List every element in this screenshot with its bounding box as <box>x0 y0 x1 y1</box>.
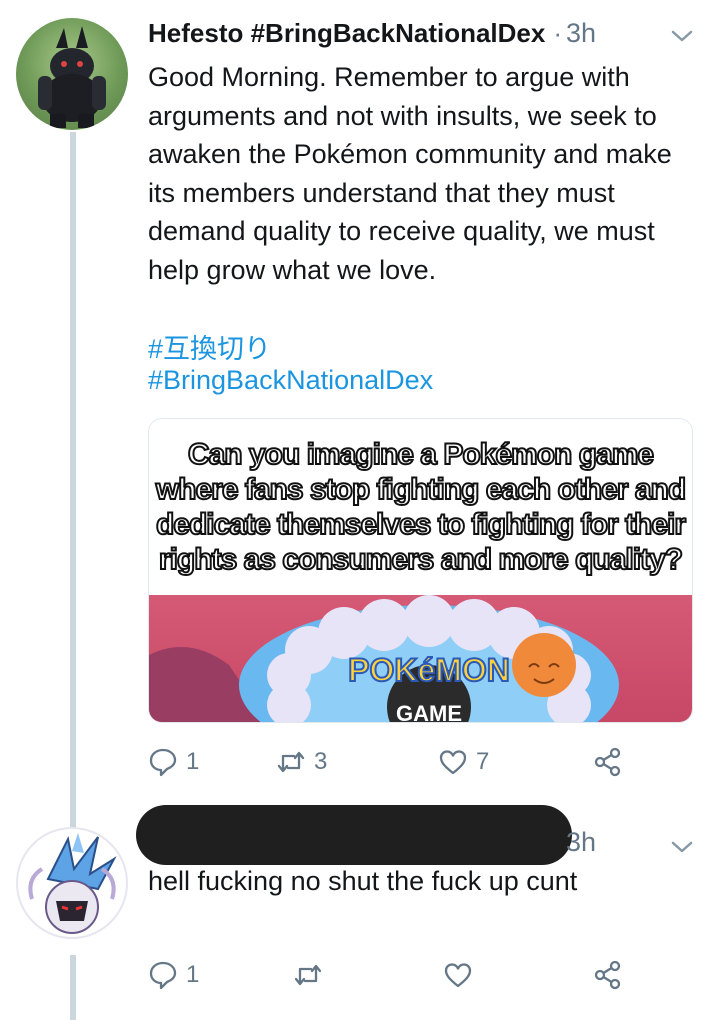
retweet-button[interactable]: 3 <box>276 742 327 782</box>
pokemon-game-image: POKéMON GAME <box>149 595 692 723</box>
retweet-count: 3 <box>314 748 328 775</box>
reply-count: 1 <box>186 961 200 988</box>
media-attachment[interactable]: Can you imagine a Pokémon game where fan… <box>148 418 693 723</box>
timestamp[interactable]: 3h <box>566 18 596 49</box>
tweet-header: Hefesto #BringBackNationalDex · 3h <box>148 18 596 52</box>
chevron-down-icon[interactable] <box>670 837 694 857</box>
avatar[interactable] <box>16 18 128 130</box>
heart-icon <box>439 750 467 775</box>
tweet-text: Good Morning. Remember to argue with arg… <box>148 62 672 285</box>
tweet-actions: 1 <box>148 955 693 995</box>
retweet-button[interactable] <box>293 955 323 995</box>
share-icon <box>594 747 621 777</box>
display-name[interactable]: Hefesto #BringBackNationalDex <box>148 18 545 49</box>
meme-caption-panel: Can you imagine a Pokémon game where fan… <box>149 419 692 595</box>
share-icon <box>594 960 621 990</box>
reply-button[interactable]: 1 <box>148 742 199 782</box>
like-count: 7 <box>476 748 490 775</box>
redaction-block <box>136 805 572 865</box>
share-button[interactable] <box>593 955 623 995</box>
tweet-actions: 1 3 7 <box>148 742 693 782</box>
logo-text: POKéMON <box>348 652 510 688</box>
avatar[interactable] <box>16 827 128 939</box>
like-button[interactable] <box>443 955 473 995</box>
tweet-text: hell fucking no shut the fuck up cunt <box>148 866 578 896</box>
logo-sub-text: GAME <box>396 701 462 723</box>
reply-icon <box>149 961 177 990</box>
tweet-header: 3h <box>566 827 596 861</box>
reply-icon <box>149 748 177 777</box>
share-button[interactable] <box>593 742 623 782</box>
reply-button[interactable]: 1 <box>148 955 199 995</box>
separator-dot: · <box>553 18 563 48</box>
chevron-down-icon[interactable] <box>670 26 694 46</box>
avatar-creature-icon <box>28 833 117 934</box>
avatar-creature-icon <box>38 26 106 128</box>
reply-count: 1 <box>186 748 200 775</box>
like-button[interactable]: 7 <box>438 742 489 782</box>
heart-icon <box>444 963 472 988</box>
retweet-icon <box>277 751 305 773</box>
pokemon-logo-scene: POKéMON GAME <box>149 595 619 723</box>
hashtag-link[interactable]: #互換切り <box>148 327 271 366</box>
hashtag-link[interactable]: #BringBackNationalDex <box>148 365 433 396</box>
tweet[interactable]: Hefesto #BringBackNationalDex · 3h Good … <box>0 0 716 820</box>
retweet-icon <box>294 964 322 986</box>
reply-tweet[interactable]: 3h hell fucking no shut the fuck up cunt… <box>0 805 716 1020</box>
meme-caption: Can you imagine a Pokémon game where fan… <box>155 437 687 577</box>
timestamp[interactable]: 3h <box>566 827 596 858</box>
